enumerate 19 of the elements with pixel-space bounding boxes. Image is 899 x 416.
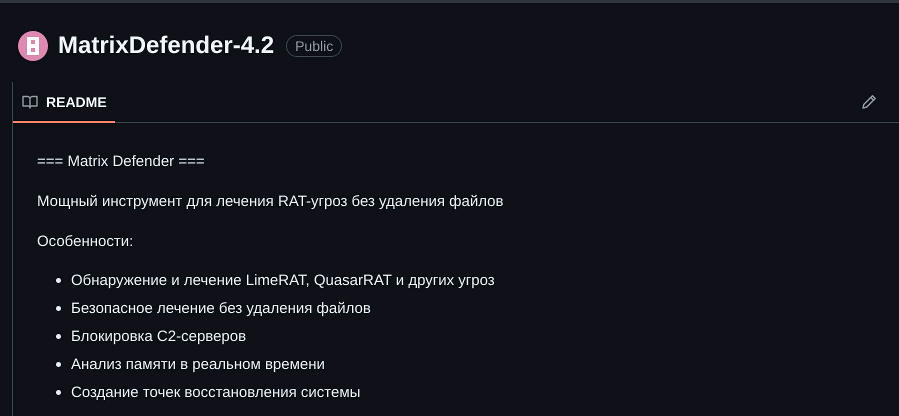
readme-tab[interactable]: README: [13, 82, 115, 123]
list-item: Обнаружение и лечение LimeRAT, QuasarRAT и других угроз: [71, 272, 495, 288]
list-item: Безопасное лечение без удаления файлов: [71, 300, 371, 316]
visibility-badge: Public: [286, 35, 342, 57]
bullet-icon: [56, 306, 61, 310]
readme-paragraph: Особенности:: [37, 232, 134, 252]
readme-paragraph: === Matrix Defender ===: [37, 152, 206, 172]
bullet-icon: [56, 390, 61, 394]
avatar-icon: [18, 31, 48, 61]
repo-title[interactable]: MatrixDefender-4.2: [58, 32, 274, 60]
edit-icon[interactable]: [861, 94, 877, 110]
list-item: Анализ памяти в реальном времени: [71, 356, 325, 372]
book-icon: [22, 94, 38, 110]
bullet-icon: [56, 278, 61, 282]
bullet-icon: [56, 334, 61, 338]
list-item: Создание точек восстановления системы: [71, 384, 360, 400]
list-item: Блокировка C2-серверов: [71, 328, 246, 344]
readme-paragraph: Мощный инструмент для лечения RAT-угроз без удаления файлов: [37, 192, 504, 212]
bullet-icon: [56, 362, 61, 366]
